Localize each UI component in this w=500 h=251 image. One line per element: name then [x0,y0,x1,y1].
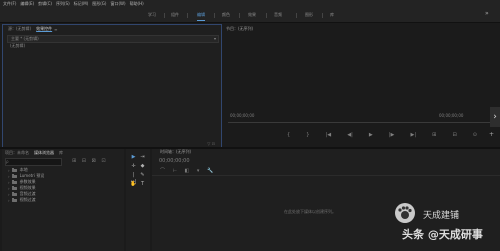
workspace-separator [266,13,267,18]
paw-logo-icon [395,203,415,223]
menu-marker[interactable]: 标记(M) [74,1,89,7]
filter-icon[interactable]: ▽ ⊡ [207,141,215,146]
drop-media-hint: 在此处放下媒体以创建序列。 [284,209,336,214]
no-clip-label: (无剪辑) [10,43,26,48]
chevron-right-icon[interactable]: › [8,168,10,173]
tab-effect-controls[interactable]: 效果控件 [36,26,52,32]
menu-edit[interactable]: 编辑(E) [20,1,34,7]
tab-program[interactable]: 节目：(无序列) [226,26,253,32]
razor-tool-icon[interactable]: ◆ [139,163,146,170]
export-frame-icon[interactable]: ⊙ [473,132,477,138]
master-clip-label: 主要 * (无剪辑) [11,36,39,41]
folder-icon [11,191,17,196]
bin-label: 视频过渡 [19,197,36,202]
tab-source[interactable]: 源：(无剪辑) [8,26,31,32]
ripple-edit-tool-icon[interactable]: ✛ [130,163,137,170]
source-panel-tabs: 源：(无剪辑) 效果控件 ≡ [3,25,221,33]
time-ruler[interactable] [228,122,494,123]
go-to-out-icon[interactable]: ▶| [410,132,416,138]
selection-tool-icon[interactable]: ▶ [130,154,137,161]
menu-sequence[interactable]: 序列(S) [56,1,70,7]
folder-icon [11,173,17,178]
timeline-divider [152,175,500,176]
chevron-right-icon[interactable]: › [8,174,10,179]
slip-tool-icon[interactable]: |↔| [130,172,137,185]
menu-window[interactable]: 窗口(W) [110,1,125,7]
play-icon[interactable]: ▶ [369,132,373,138]
effect-controls-panel: 源：(无剪辑) 效果控件 ≡ 主要 * (无剪辑) ▾ (无剪辑) ▽ ⊡ [2,24,222,148]
project-panel-tabs: 项目：未命名 媒体浏览器 库 [5,150,68,156]
workspace-tab-color[interactable]: 颜色 [222,12,230,18]
hand-tool-icon[interactable]: ✋ [130,181,137,188]
folder-icon [11,185,17,190]
media-browser-panel: 项目：未命名 媒体浏览器 库 ρ ⊞ ⊟ ⊠ ⊡ › 本地 › Lumetri 预设… [2,149,124,251]
workspace-overflow-icon[interactable]: » [485,10,489,17]
chevron-right-icon[interactable]: › [8,192,10,197]
chevron-down-icon: ▾ [213,36,216,41]
go-to-in-icon[interactable]: |◀ [326,132,332,138]
folder-icon [11,179,17,184]
tab-libraries[interactable]: 库 [59,150,63,156]
workspace-tab-audio[interactable]: 音频 [274,12,282,18]
workspace-separator [322,13,323,18]
lift-icon[interactable]: ⊞ [432,132,436,138]
workspace-bar: 学习 组件 编辑 颜色 效果 音频 图形 库 » [0,8,500,23]
menu-clip[interactable]: 剪辑(C) [38,1,52,7]
workspace-separator [296,13,297,18]
mark-in-icon[interactable]: { [287,132,290,138]
workspace-tab-libraries[interactable]: 库 [330,12,334,18]
watermark-text: 天成建铺 [423,211,460,221]
step-forward-icon[interactable]: |▶ [389,132,395,138]
track-select-tool-icon[interactable]: ⇥ [139,154,146,161]
chevron-right-icon[interactable]: › [8,180,10,185]
chevron-right-icon[interactable]: › [490,107,500,127]
button-editor-add-icon[interactable]: + [489,131,494,138]
chevron-right-icon[interactable]: › [8,198,10,203]
playhead-timecode[interactable]: 00;00;00;00 [230,113,254,118]
menu-bar: 文件(F) 编辑(E) 剪辑(C) 序列(S) 标记(M) 图形(G) 窗口(W… [0,0,500,8]
workspace-tab-assembly[interactable]: 组件 [171,12,179,18]
panel-menu-icon[interactable]: ≡ [54,27,57,32]
workspace-tab-graphics[interactable]: 图形 [305,12,313,18]
workspace-separator [164,13,165,18]
watermark-text: 头条 @天成研事 [402,228,483,241]
timeline-timecode[interactable]: 00;00;00;00 [159,158,190,164]
duration-timecode: 00;00;00;00 [439,113,464,118]
list-item[interactable]: › 视频过渡 [8,197,36,203]
menu-file[interactable]: 文件(F) [3,1,16,7]
program-monitor-panel: 节目：(无序列) 00;00;00;00 00;00;00;00 { } |◀ … [222,24,500,146]
view-options-icon[interactable]: ⊞ ⊟ ⊠ ⊡ [72,158,108,164]
workspace-tab-effects[interactable]: 效果 [248,12,256,18]
step-back-icon[interactable]: ◀| [347,132,353,138]
workspace-separator [187,13,188,18]
workspace-tab-learning[interactable]: 学习 [148,12,156,18]
folder-icon [11,167,17,172]
menu-help[interactable]: 帮助(H) [130,1,144,7]
extract-icon[interactable]: ⊟ [452,132,456,138]
tab-media-browser[interactable]: 媒体浏览器 [34,150,54,156]
tab-project[interactable]: 项目：未命名 [5,150,29,156]
pen-tool-icon[interactable]: ✎ [139,172,146,179]
transport-controls: { } |◀ ◀| ▶ |▶ ▶| ⊞ ⊟ ⊙ [287,132,477,138]
type-tool-icon[interactable]: T [139,181,146,188]
workspace-separator [239,13,240,18]
workspace-tab-editing[interactable]: 编辑 [197,12,205,21]
tools-panel: ▶ ⇥ ✛ ◆ |↔| ✎ ✋ T [126,149,150,251]
clip-row: (无剪辑) [7,43,217,49]
timeline-settings-icon[interactable]: ⌒ ⊢ ◧ ▾ 🔧 [160,167,216,174]
mark-out-icon[interactable]: } [306,132,309,138]
workspace-separator [214,13,215,18]
folder-icon [11,197,17,202]
search-input[interactable]: ρ [5,158,62,166]
master-clip-dropdown[interactable]: 主要 * (无剪辑) ▾ [7,35,219,43]
chevron-right-icon[interactable]: › [8,186,10,191]
tab-timeline[interactable]: 时间轴：(无序列) [160,149,191,155]
menu-graphics[interactable]: 图形(G) [92,1,106,7]
